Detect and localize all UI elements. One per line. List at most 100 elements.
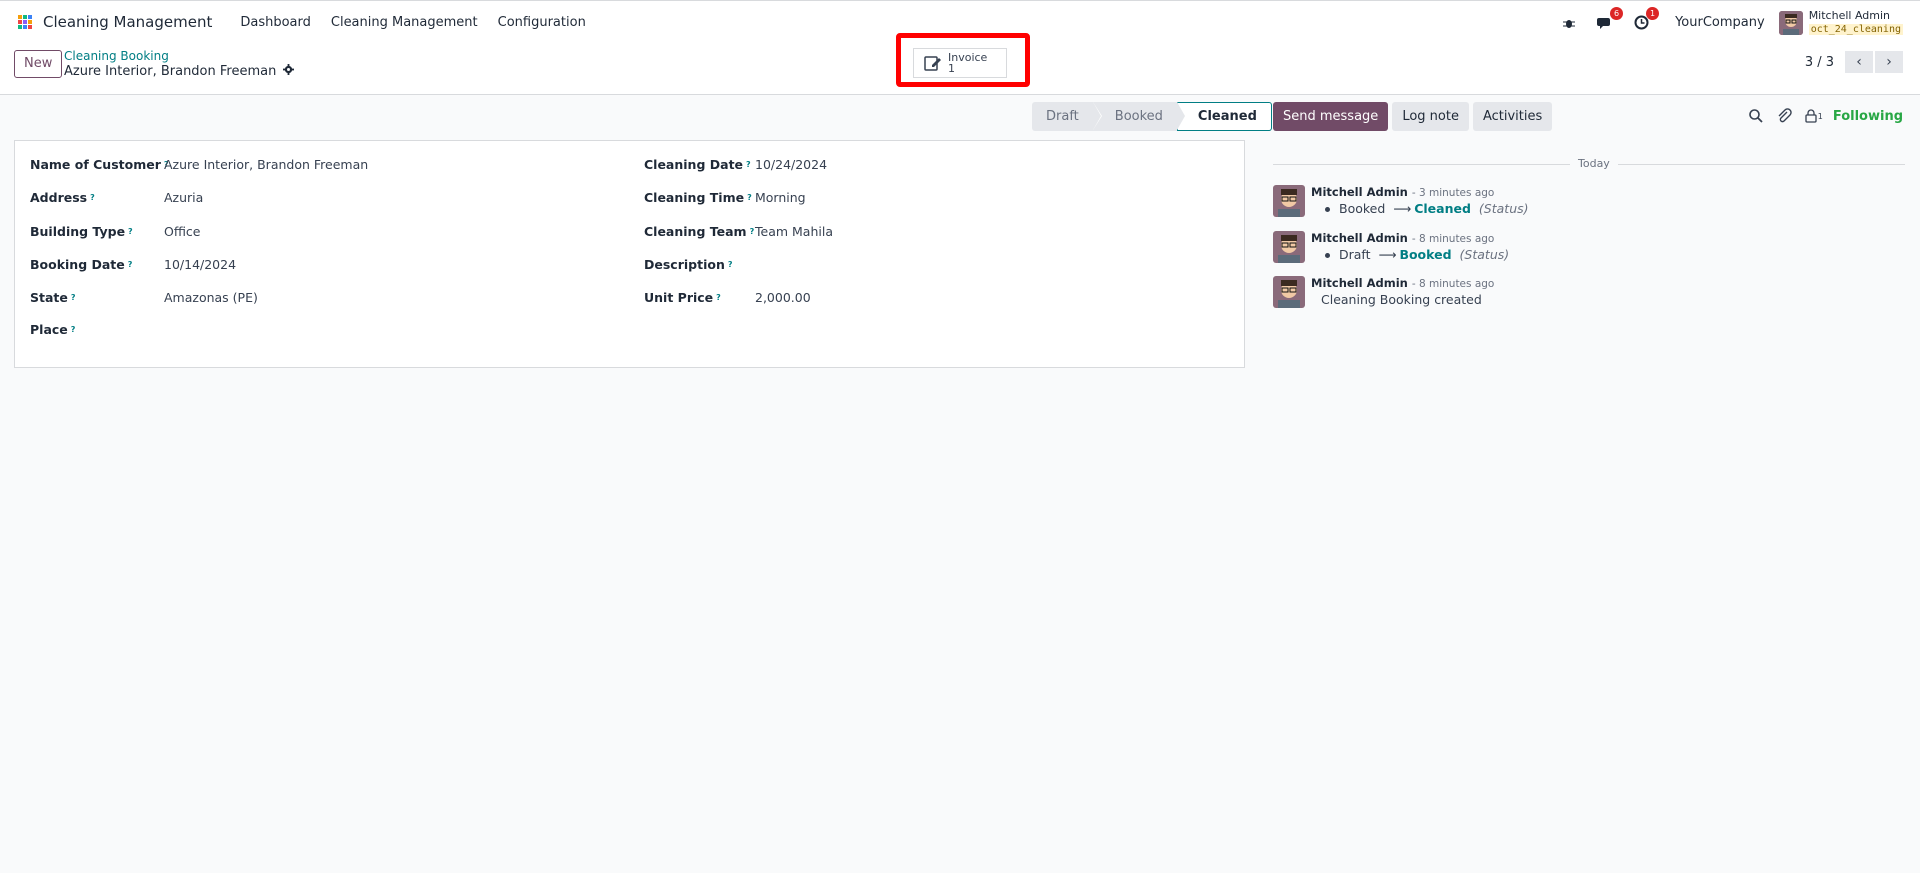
cleaning-team-field[interactable]: Team Mahila — [755, 224, 833, 239]
chatter-topbar: Send message Log note Activities — [1273, 102, 1556, 131]
state-field[interactable]: Amazonas (PE) — [164, 290, 258, 305]
new-value: Booked — [1399, 247, 1452, 262]
help-icon[interactable]: ? — [728, 260, 733, 269]
status-bar: Draft Booked Cleaned — [1032, 102, 1272, 131]
main-menu: Dashboard Cleaning Management Configurat… — [230, 15, 595, 30]
customer-field[interactable]: Azure Interior, Brandon Freeman — [164, 157, 368, 172]
messages-icon[interactable]: 6 — [1595, 6, 1624, 33]
old-value: Draft — [1339, 247, 1371, 262]
pager-previous-button[interactable]: ‹ — [1845, 51, 1873, 73]
help-icon[interactable]: ? — [128, 260, 133, 269]
stage-divider — [1092, 102, 1101, 130]
author-avatar[interactable] — [1273, 276, 1305, 308]
field-customer-label: Name of Customer? — [30, 154, 169, 174]
field-unit-price-label: Unit Price? — [644, 287, 721, 307]
new-value: Cleaned — [1414, 201, 1471, 216]
pager-value[interactable]: 3 / 3 — [1805, 55, 1834, 70]
arrow-right-icon: ⟶ — [1378, 247, 1397, 262]
bullet — [1325, 207, 1330, 212]
author-name[interactable]: Mitchell Admin — [1311, 276, 1408, 290]
address-field[interactable]: Azuria — [164, 190, 203, 205]
field-cleaning-time-label: Cleaning Time? — [644, 187, 752, 207]
send-message-button[interactable]: Send message — [1273, 102, 1389, 131]
company-switcher[interactable]: YourCompany — [1675, 15, 1765, 30]
label-text: Description — [644, 256, 725, 272]
label-text: Building Type — [30, 223, 126, 239]
message-author: Mitchell Admin - 3 minutes ago — [1311, 185, 1494, 199]
help-icon[interactable]: ? — [747, 193, 752, 202]
following-button[interactable]: Following — [1833, 109, 1903, 124]
pager: 3 / 3 ‹ › — [1805, 51, 1903, 73]
log-note-button[interactable]: Log note — [1392, 102, 1469, 131]
field-booking-date-label: Booking Date? — [30, 254, 132, 274]
tracked-field: (Status) — [1459, 247, 1510, 262]
tracking-change: Booked ⟶ Cleaned (Status) — [1325, 201, 1529, 216]
arrow-right-icon: ⟶ — [1393, 201, 1412, 216]
help-icon[interactable]: ? — [746, 160, 751, 169]
help-icon[interactable]: ? — [128, 227, 133, 236]
label-text: Unit Price — [644, 289, 714, 305]
menu-dashboard[interactable]: Dashboard — [230, 15, 321, 30]
paperclip-icon[interactable] — [1776, 108, 1792, 124]
building-type-field[interactable]: Office — [164, 224, 201, 239]
activities-clock-icon[interactable]: 1 — [1631, 6, 1660, 33]
label-text: Cleaning Time — [644, 189, 745, 205]
search-icon[interactable] — [1748, 108, 1764, 124]
author-avatar[interactable] — [1273, 231, 1305, 263]
database-badge: oct_24_cleaning — [1808, 22, 1903, 36]
message-time: - 8 minutes ago — [1411, 233, 1495, 245]
user-menu[interactable]: Mitchell Admin oct_24_cleaning — [1808, 9, 1903, 36]
bullet — [1325, 253, 1330, 258]
tracking-change: Draft ⟶ Booked (Status) — [1325, 247, 1509, 262]
database-name: oct_24_cleaning — [1808, 24, 1903, 35]
highlight-annotation — [896, 33, 1030, 87]
author-avatar[interactable] — [1273, 185, 1305, 217]
message-time: - 8 minutes ago — [1411, 278, 1495, 290]
navbar-systray: 6 1 YourCompany Mitchell Admin oct_24_cl… — [1551, 1, 1903, 44]
followers-button[interactable]: 1 — [1804, 109, 1823, 123]
new-button[interactable]: New — [14, 50, 63, 78]
chatter-tools: 1 Following — [1736, 108, 1903, 124]
bug-icon[interactable] — [1559, 13, 1579, 33]
help-icon[interactable]: ? — [750, 227, 755, 236]
date-separator-label: Today — [1570, 157, 1618, 170]
record-name: Azure Interior, Brandon Freeman — [64, 64, 277, 79]
activities-button[interactable]: Activities — [1472, 102, 1553, 131]
unit-price-field[interactable]: 2,000.00 — [755, 290, 811, 305]
stage-cleaned-label: Cleaned — [1197, 109, 1257, 124]
label-text: State — [30, 289, 68, 305]
booking-date-field[interactable]: 10/14/2024 — [164, 257, 236, 272]
activities-badge: 1 — [1646, 6, 1660, 20]
cleaning-date-field[interactable]: 10/24/2024 — [755, 157, 827, 172]
author-name[interactable]: Mitchell Admin — [1311, 231, 1408, 245]
message-time: - 3 minutes ago — [1411, 187, 1495, 199]
lock-icon — [1805, 109, 1817, 123]
help-icon[interactable]: ? — [71, 325, 76, 334]
stage-draft[interactable]: Draft — [1032, 102, 1102, 131]
tracked-field: (Status) — [1478, 201, 1529, 216]
stage-cleaned[interactable]: Cleaned — [1176, 102, 1272, 131]
messages-badge: 6 — [1610, 6, 1624, 20]
help-icon[interactable]: ? — [716, 293, 721, 302]
menu-cleaning-management[interactable]: Cleaning Management — [321, 15, 488, 30]
user-avatar[interactable] — [1778, 10, 1803, 35]
breadcrumb-parent[interactable]: Cleaning Booking — [64, 49, 169, 63]
menu-configuration[interactable]: Configuration — [488, 15, 596, 30]
field-state-label: State? — [30, 287, 76, 307]
followers-count: 1 — [1817, 111, 1823, 121]
gear-icon[interactable] — [283, 64, 295, 75]
cleaning-time-field[interactable]: Morning — [755, 190, 806, 205]
help-icon[interactable]: ? — [90, 193, 95, 202]
message-author: Mitchell Admin - 8 minutes ago — [1311, 276, 1494, 290]
stage-booked[interactable]: Booked — [1092, 102, 1186, 131]
stage-booked-label: Booked — [1114, 109, 1163, 124]
stage-divider — [1176, 102, 1185, 130]
author-name[interactable]: Mitchell Admin — [1311, 185, 1408, 199]
label-text: Address — [30, 189, 88, 205]
apps-grid-icon[interactable] — [17, 14, 33, 30]
pager-next-button[interactable]: › — [1875, 51, 1903, 73]
field-place-label: Place? — [30, 319, 75, 339]
app-brand[interactable]: Cleaning Management — [43, 13, 212, 31]
help-icon[interactable]: ? — [71, 293, 76, 302]
stage-draft-label: Draft — [1046, 109, 1079, 124]
